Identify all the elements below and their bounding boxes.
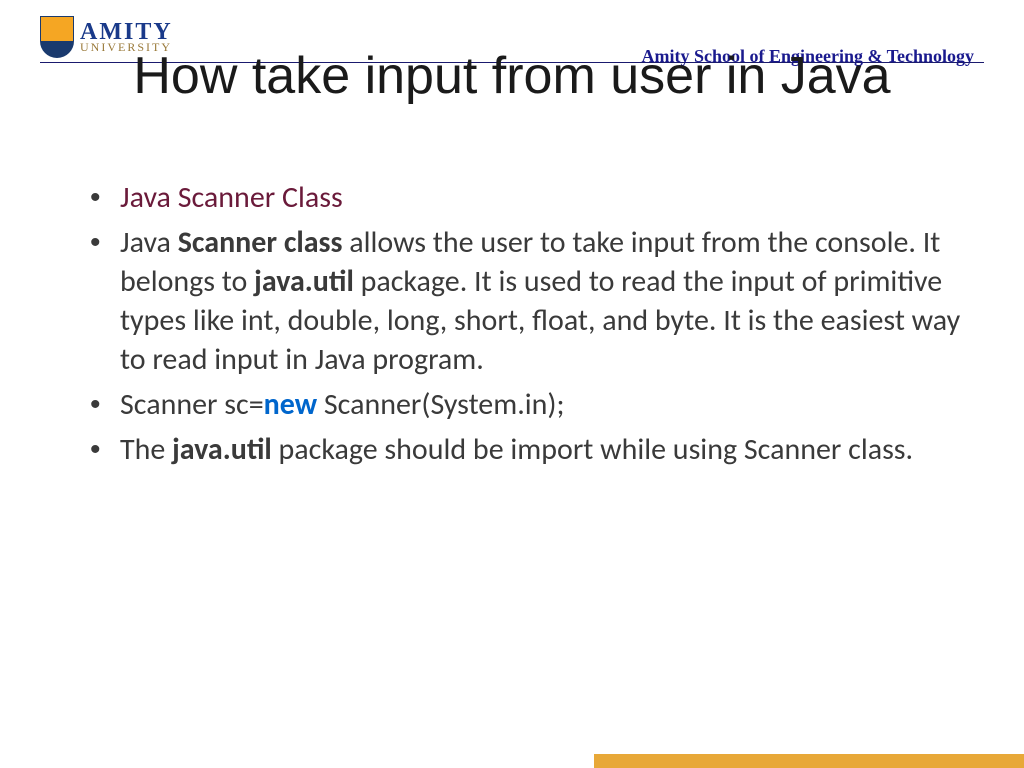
bullet-4-text: The java.util package should be import w… [120, 430, 964, 469]
b4-pre: The [120, 431, 172, 468]
bullet-3-text: Scanner sc=new Scanner(System.in); [120, 385, 964, 424]
bullet-dot: • [90, 430, 120, 469]
b3-keyword: new [264, 386, 317, 423]
b2-bold1: Scanner class [178, 224, 343, 261]
bullet-1: • Java Scanner Class [90, 178, 964, 217]
bullet-dot: • [90, 178, 120, 217]
bullet-2-text: Java Scanner class allows the user to ta… [120, 223, 964, 379]
bullet-4: • The java.util package should be import… [90, 430, 964, 469]
b2-pre: Java [120, 224, 178, 261]
slide-title: How take input from user in Java [0, 48, 1024, 105]
bullet-3: • Scanner sc=new Scanner(System.in); [90, 385, 964, 424]
logo-main-text: AMITY [80, 22, 173, 42]
content-area: • Java Scanner Class • Java Scanner clas… [90, 178, 964, 475]
bullet-dot: • [90, 385, 120, 424]
b4-post: package should be import while using Sca… [272, 431, 913, 468]
bullet-1-text: Java Scanner Class [120, 178, 964, 217]
b4-bold1: java.util [172, 431, 272, 468]
b3-post: Scanner(System.in); [317, 386, 564, 423]
b2-bold2: java.util [254, 263, 354, 300]
bullet-2: • Java Scanner class allows the user to … [90, 223, 964, 379]
b3-pre: Scanner sc= [120, 386, 264, 423]
footer-accent-bar [594, 754, 1024, 768]
bullet-dot: • [90, 223, 120, 379]
